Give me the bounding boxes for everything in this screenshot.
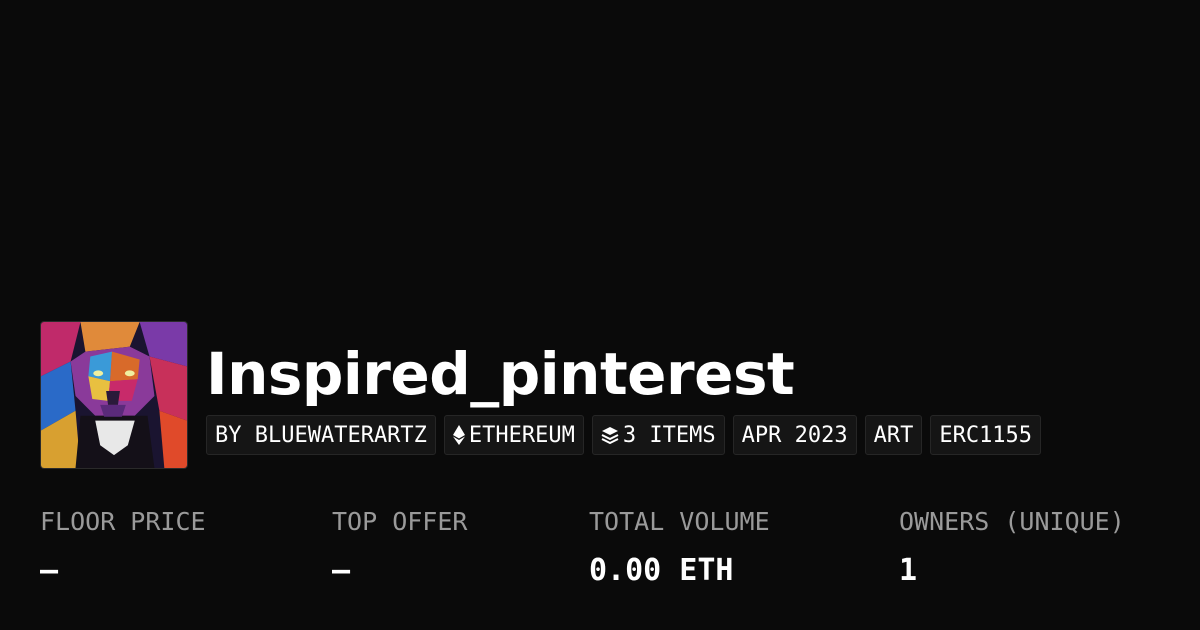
layers-icon: [601, 426, 619, 444]
stat-top-offer-label: TOP OFFER: [332, 507, 468, 536]
stat-floor-price-label: FLOOR PRICE: [40, 507, 206, 536]
collection-avatar: [40, 321, 188, 469]
stat-total-volume-label: TOTAL VOLUME: [589, 507, 770, 536]
creator-tag[interactable]: BY BLUEWATERARTZ: [206, 415, 436, 455]
stat-owners: OWNERS (UNIQUE) 1: [899, 503, 1125, 601]
date-tag-label: APR 2023: [741, 422, 848, 448]
items-tag[interactable]: 3 ITEMS: [591, 415, 725, 455]
stat-total-volume-value: 0.00 ETH: [589, 553, 734, 588]
category-tag[interactable]: ART: [864, 415, 923, 455]
collection-tags: BY BLUEWATERARTZ ETHEREUM 3 ITEMS APR 20…: [206, 415, 1042, 455]
lion-painting-avatar: [41, 322, 187, 468]
date-tag: APR 2023: [732, 415, 857, 455]
stat-total-volume: TOTAL VOLUME 0.00 ETH: [589, 503, 770, 601]
category-tag-label: ART: [873, 422, 914, 448]
stat-owners-value: 1: [899, 553, 918, 588]
creator-tag-label: BY BLUEWATERARTZ: [215, 422, 427, 448]
collection-title: Inspired_pinterest: [206, 340, 795, 408]
standard-tag-label: ERC1155: [939, 422, 1033, 448]
chain-tag[interactable]: ETHEREUM: [443, 415, 584, 455]
stat-floor-price-value: –: [40, 553, 59, 588]
stat-owners-label: OWNERS (UNIQUE): [899, 507, 1125, 536]
ethereum-icon: [452, 425, 465, 445]
stat-top-offer: TOP OFFER –: [332, 503, 467, 601]
items-tag-label: 3 ITEMS: [622, 422, 716, 448]
stat-floor-price: FLOOR PRICE –: [40, 503, 206, 601]
standard-tag: ERC1155: [930, 415, 1042, 455]
chain-tag-label: ETHEREUM: [468, 422, 575, 448]
stat-top-offer-value: –: [332, 553, 351, 588]
